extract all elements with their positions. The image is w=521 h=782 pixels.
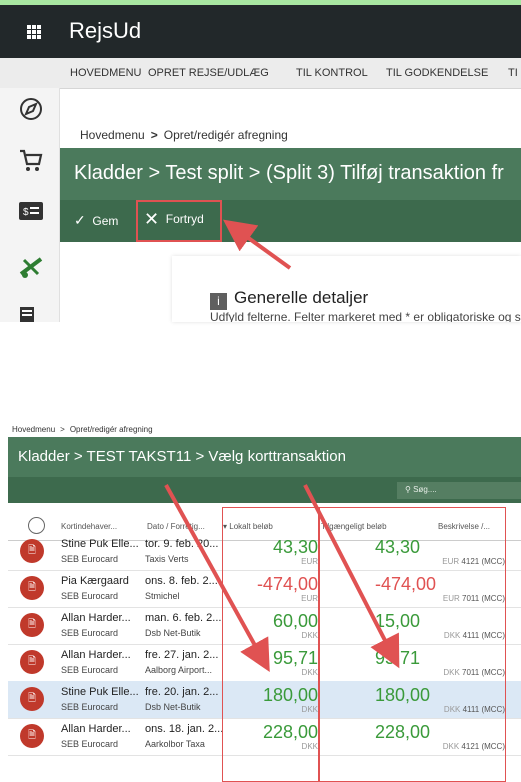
card-name: SEB Eurocard bbox=[61, 628, 119, 638]
svg-text:$: $ bbox=[23, 207, 29, 218]
column-header-holder[interactable]: Kortindehaver... bbox=[61, 522, 117, 531]
transaction-date: fre. 20. jan. 2... bbox=[145, 686, 219, 698]
menu-opret-rejse[interactable]: OPRET REJSE/UDLÆG bbox=[148, 67, 269, 79]
card-name: SEB Eurocard bbox=[61, 739, 119, 749]
column-header-date[interactable]: Dato / Forretig... bbox=[147, 522, 205, 531]
card-holder: Allan Harder... bbox=[61, 649, 131, 661]
action-toolbar: ✓ Gem ✕ Fortryd bbox=[60, 200, 521, 242]
breadcrumb-item-hovedmenu[interactable]: Hovedmenu bbox=[12, 425, 55, 434]
menu-til-kontrol[interactable]: TIL KONTROL bbox=[296, 67, 368, 79]
save-button[interactable]: ✓ Gem bbox=[74, 212, 118, 229]
transaction-date: ons. 18. jan. 2... bbox=[145, 723, 224, 735]
apps-grid-icon[interactable] bbox=[27, 25, 41, 39]
card-holder: Allan Harder... bbox=[61, 723, 131, 735]
annotation-available-column-box bbox=[318, 507, 506, 782]
card-holder: Allan Harder... bbox=[61, 612, 131, 624]
compass-icon[interactable] bbox=[18, 96, 44, 122]
receipt-icon: 🗎 bbox=[20, 687, 44, 711]
table-toolbar: ⚲ Søg.... bbox=[8, 477, 521, 503]
app-title: RejsUd bbox=[69, 18, 142, 43]
receipt-icon: 🗎 bbox=[20, 724, 44, 748]
shopping-cart-icon[interactable] bbox=[18, 148, 44, 174]
menu-hovedmenu[interactable]: HOVEDMENU bbox=[70, 67, 142, 79]
transaction-date: tor. 9. feb. 20... bbox=[145, 538, 219, 550]
section-description: Udfyld felterne. Felter markeret med * e… bbox=[210, 310, 521, 322]
merchant: Aarkolbor Taxa bbox=[145, 739, 205, 749]
card-holder: Stine Puk Elle... bbox=[61, 686, 139, 698]
menu-more[interactable]: TI bbox=[508, 67, 518, 79]
transaction-date: ons. 8. feb. 2... bbox=[145, 575, 218, 587]
card-holder: Stine Puk Elle... bbox=[61, 538, 139, 550]
breadcrumb-secondary: Hovedmenu > Opret/redigér afregning bbox=[12, 425, 153, 434]
select-all-checkbox[interactable] bbox=[28, 517, 45, 534]
card-name: SEB Eurocard bbox=[61, 591, 119, 601]
receipt-icon: 🗎 bbox=[20, 650, 44, 674]
expense-list-icon[interactable]: $ bbox=[18, 200, 44, 222]
menu-til-godkendelse[interactable]: TIL GODKENDELSE bbox=[386, 67, 488, 79]
info-icon: i bbox=[210, 293, 227, 310]
section-title: i Generelle detaljer bbox=[210, 288, 368, 310]
main-menu: HOVEDMENU OPRET REJSE/UDLÆG TIL KONTROL … bbox=[0, 58, 521, 89]
card-name: SEB Eurocard bbox=[61, 702, 119, 712]
transaction-date: fre. 27. jan. 2... bbox=[145, 649, 219, 661]
page-title-bar: Kladder > Test split > (Split 3) Tilføj … bbox=[60, 148, 521, 200]
merchant: Dsb Net-Butik bbox=[145, 628, 201, 638]
breadcrumb-item-hovedmenu[interactable]: Hovedmenu bbox=[80, 128, 145, 142]
receipt-icon: 🗎 bbox=[20, 576, 44, 600]
receipt-icon: 🗎 bbox=[20, 613, 44, 637]
search-icon: ⚲ bbox=[405, 485, 411, 494]
card-name: SEB Eurocard bbox=[61, 665, 119, 675]
merchant: Aalborg Airport... bbox=[145, 665, 213, 675]
page-title-bar-secondary: Kladder > TEST TAKST11 > Vælg korttransa… bbox=[8, 437, 521, 477]
search-input[interactable]: ⚲ Søg.... bbox=[397, 482, 521, 499]
card-name: SEB Eurocard bbox=[61, 554, 119, 564]
page-title: Kladder > Test split > (Split 3) Tilføj … bbox=[74, 162, 504, 184]
merchant: Taxis Verts bbox=[145, 554, 189, 564]
receipt-icon: 🗎 bbox=[20, 539, 44, 563]
annotation-local-column-box bbox=[222, 507, 320, 782]
sidebar: $ bbox=[0, 88, 60, 322]
merchant: Stmichel bbox=[145, 591, 180, 601]
check-icon: ✓ bbox=[74, 212, 86, 228]
breadcrumb-item-opret[interactable]: Opret/redigér afregning bbox=[164, 128, 288, 142]
page-title-secondary: Kladder > TEST TAKST11 > Vælg korttransa… bbox=[18, 448, 346, 465]
app-bar: RejsUd bbox=[0, 5, 521, 58]
breadcrumb: Hovedmenu > Opret/redigér afregning bbox=[80, 128, 288, 142]
transaction-date: man. 6. feb. 2... bbox=[145, 612, 222, 624]
document-icon[interactable] bbox=[18, 306, 40, 322]
card-holder: Pia Kærgaard bbox=[61, 575, 129, 587]
merchant: Dsb Net-Butik bbox=[145, 702, 201, 712]
annotation-highlight-box bbox=[136, 200, 222, 242]
breadcrumb-item-opret[interactable]: Opret/redigér afregning bbox=[70, 425, 153, 434]
flight-cancel-icon[interactable] bbox=[18, 254, 44, 280]
